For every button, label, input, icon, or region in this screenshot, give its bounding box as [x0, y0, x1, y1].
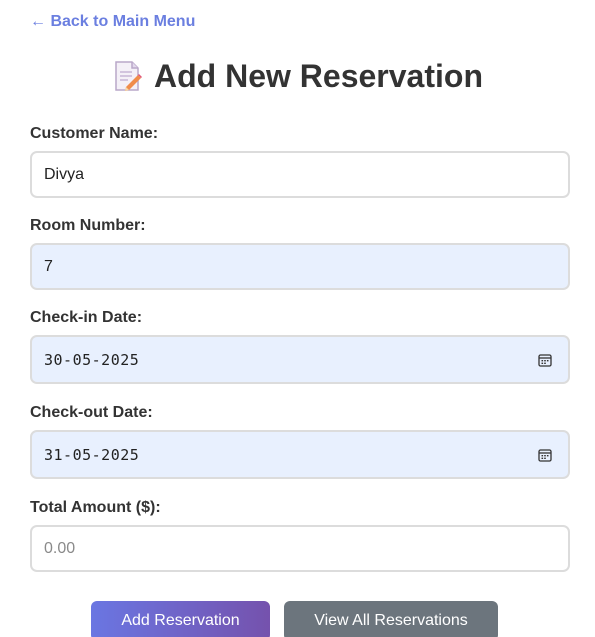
check-in-date-label: Check-in Date:	[30, 309, 143, 326]
total-amount-label: Total Amount ($):	[30, 499, 161, 516]
add-reservation-button[interactable]: Add Reservation	[91, 601, 270, 637]
check-out-date-label: Check-out Date:	[30, 404, 153, 421]
view-all-reservations-button[interactable]: View All Reservations	[284, 601, 498, 637]
room-number-value: 7	[44, 257, 53, 275]
page-title: Add New Reservation	[154, 58, 483, 94]
check-out-date-input[interactable]: 31-05-2025	[30, 430, 570, 479]
customer-name-label: Customer Name:	[30, 125, 159, 142]
total-amount-input[interactable]: 0.00	[30, 525, 570, 572]
room-number-label: Room Number:	[30, 217, 146, 234]
reservation-page: ← Back to Main Menu Add New Reservation …	[0, 0, 595, 637]
calendar-icon[interactable]	[538, 448, 552, 462]
check-in-date-value: 30-05-2025	[44, 350, 140, 369]
check-out-date-value: 31-05-2025	[44, 445, 140, 464]
calendar-icon[interactable]	[538, 353, 552, 367]
customer-name-input[interactable]: Divya	[30, 151, 570, 198]
check-in-date-input[interactable]: 30-05-2025	[30, 335, 570, 384]
back-to-main-menu-link[interactable]: ← Back to Main Menu	[30, 12, 195, 32]
page-header: Add New Reservation	[0, 56, 595, 96]
customer-name-value: Divya	[44, 165, 85, 183]
memo-icon	[112, 60, 143, 92]
room-number-input[interactable]: 7	[30, 243, 570, 290]
total-amount-placeholder: 0.00	[44, 539, 76, 557]
